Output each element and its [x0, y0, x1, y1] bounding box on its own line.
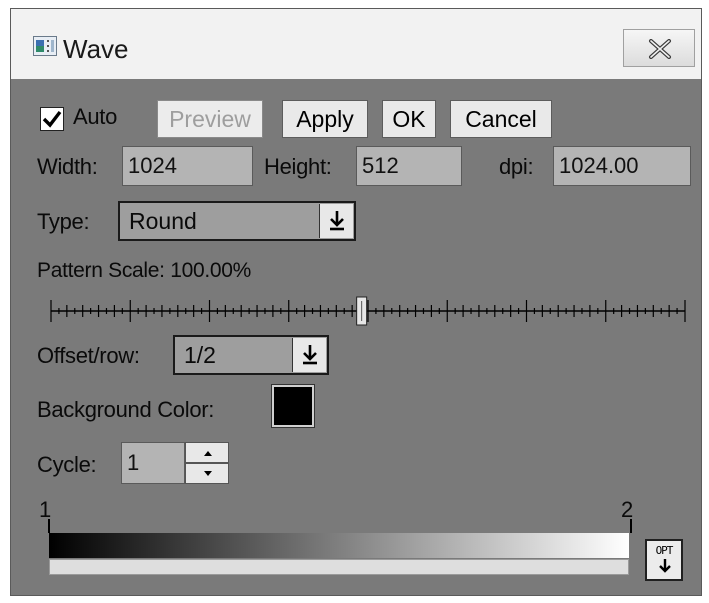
gradient-preview-bar[interactable] [49, 533, 629, 558]
gradient-stop-markers [48, 519, 632, 533]
arrow-down-to-line-icon [303, 345, 317, 365]
apply-button[interactable]: Apply [282, 100, 368, 138]
type-dropdown[interactable]: Round [118, 201, 356, 241]
dpi-label: dpi: [499, 154, 534, 179]
type-label: Type: [37, 209, 90, 234]
ok-button[interactable]: OK [382, 100, 436, 138]
close-icon [649, 39, 671, 59]
app-window-icon [33, 36, 57, 56]
height-field[interactable]: 512 [356, 146, 462, 186]
offset-row-value: 1/2 [184, 342, 216, 368]
title-bar[interactable]: Wave [11, 9, 701, 80]
close-button[interactable] [623, 29, 695, 67]
dropdown-arrow-button[interactable] [292, 338, 326, 372]
cycle-decrement-button[interactable] [185, 463, 229, 484]
type-value: Round [129, 208, 197, 234]
cycle-field[interactable]: 1 [121, 442, 185, 484]
preview-button[interactable]: Preview [157, 100, 263, 138]
cycle-increment-button[interactable] [185, 442, 229, 463]
arrow-down-icon [204, 471, 212, 476]
pattern-scale-label: Pattern Scale: 100.00% [37, 259, 252, 282]
dropdown-arrow-button[interactable] [319, 204, 353, 238]
checkmark-icon [42, 110, 62, 128]
arrow-up-icon [204, 451, 212, 456]
arrow-down-icon [659, 559, 671, 573]
cycle-label: Cycle: [37, 452, 97, 477]
options-button-label: OPT [655, 544, 674, 557]
window-title: Wave [63, 34, 129, 64]
dialog-body: Auto Preview Apply OK Cancel Width: 1024… [11, 79, 701, 595]
auto-checkbox[interactable] [40, 107, 64, 131]
width-label: Width: [37, 154, 98, 179]
dpi-field[interactable]: 1024.00 [553, 146, 691, 186]
background-color-swatch[interactable] [271, 384, 315, 428]
background-color-label: Background Color: [37, 397, 215, 422]
height-label: Height: [264, 154, 332, 179]
arrow-down-to-line-icon [330, 211, 344, 231]
wave-dialog: Wave Auto Preview Apply OK Cancel Width:… [10, 8, 702, 596]
cancel-button[interactable]: Cancel [450, 100, 552, 138]
auto-label: Auto [73, 104, 118, 129]
width-field[interactable]: 1024 [122, 146, 253, 186]
offset-row-dropdown[interactable]: 1/2 [173, 335, 329, 375]
options-button[interactable]: OPT [645, 539, 683, 581]
offset-row-label: Offset/row: [37, 343, 140, 368]
pattern-scale-slider[interactable] [47, 289, 689, 329]
gradient-slider-track[interactable] [49, 559, 629, 575]
